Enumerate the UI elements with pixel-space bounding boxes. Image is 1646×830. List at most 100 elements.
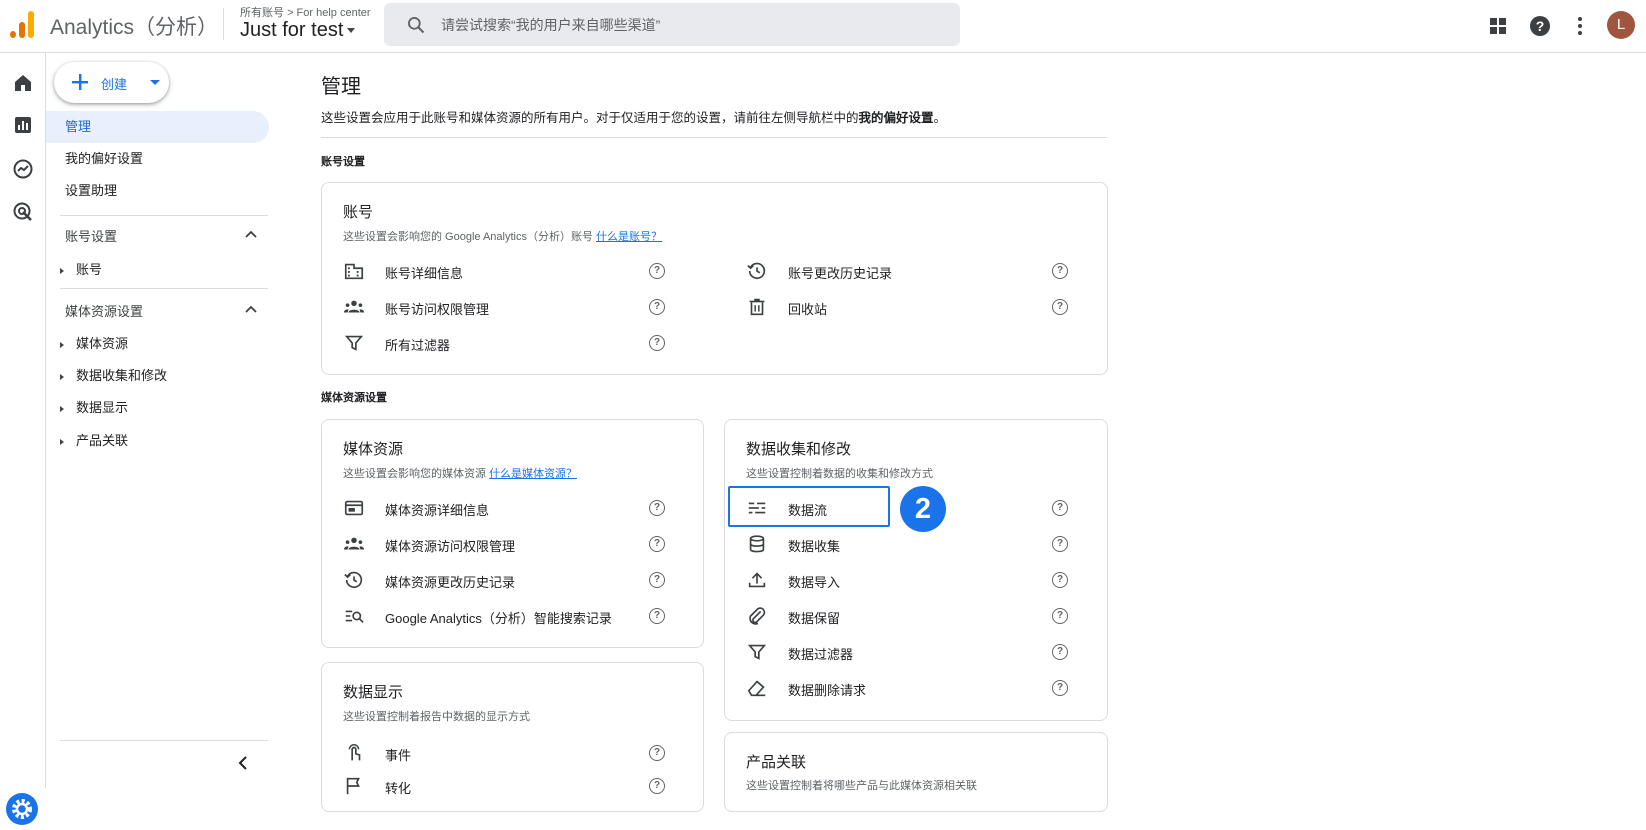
chevron-right-icon: >	[287, 7, 297, 19]
tree-item-label: 数据显示	[76, 400, 129, 415]
data-deletion-row[interactable]: 数据删除请求 ?	[746, 675, 1086, 703]
card-title: 产品关联	[746, 754, 807, 771]
help-icon[interactable]: ?	[649, 572, 665, 588]
sidebar-item-admin[interactable]: 管理	[46, 111, 269, 143]
property-settings-header[interactable]: 媒体资源设置	[65, 301, 257, 320]
tree-item-data-display[interactable]: 数据显示	[60, 397, 128, 416]
breadcrumb-child[interactable]: For help center	[297, 7, 371, 19]
help-icon[interactable]: ?	[649, 263, 665, 279]
tree-item-property[interactable]: 媒体资源	[60, 333, 128, 352]
events-row[interactable]: 事件 ?	[343, 740, 683, 768]
people-icon	[343, 300, 365, 313]
property-history-row[interactable]: 媒体资源更改历史记录 ?	[343, 567, 683, 595]
data-filters-row[interactable]: 数据过滤器 ?	[746, 639, 1086, 667]
intro-text: 这些设置会应用于此账号和媒体资源的所有用户。对于仅适用于您的设置，请前往左侧导航…	[321, 107, 946, 126]
breadcrumb[interactable]: 所有账号 > For help center	[240, 4, 371, 20]
property-access-row[interactable]: 媒体资源访问权限管理 ?	[343, 531, 683, 559]
left-rail	[0, 53, 46, 825]
trash-row[interactable]: 回收站 ?	[746, 294, 1086, 322]
divider	[60, 288, 268, 289]
card-description: 这些设置会影响您的媒体资源 什么是媒体资源？	[343, 465, 577, 481]
app-title: Analytics（分析）	[50, 16, 219, 39]
advertising-icon[interactable]	[11, 200, 35, 224]
caret-down-icon	[347, 28, 356, 34]
product-links-card: 产品关联 这些设置控制着将哪些产品与此媒体资源相关联	[724, 732, 1108, 812]
help-icon[interactable]: ?	[649, 778, 665, 794]
create-button[interactable]: 创建	[54, 62, 169, 103]
help-icon[interactable]: ?	[649, 335, 665, 351]
account-section-label: 账号设置	[321, 156, 365, 168]
step-badge: 2	[900, 486, 946, 532]
sidebar-item-preferences[interactable]: 我的偏好设置	[46, 143, 269, 175]
property-details-row[interactable]: 媒体资源详细信息 ?	[343, 495, 683, 523]
help-icon[interactable]: ?	[1052, 680, 1068, 696]
analytics-logo[interactable]	[10, 11, 34, 38]
help-icon[interactable]: ?	[1052, 572, 1068, 588]
search-icon	[408, 17, 425, 34]
help-icon[interactable]: ?	[1528, 14, 1552, 38]
what-is-account-link[interactable]: 什么是账号？	[596, 231, 662, 243]
search-bar[interactable]	[384, 3, 960, 46]
help-icon[interactable]: ?	[1052, 644, 1068, 660]
intelligence-history-row[interactable]: Google Analytics（分析）智能搜索记录 ?	[343, 603, 683, 631]
divider	[60, 740, 268, 741]
help-icon[interactable]: ?	[1052, 263, 1068, 279]
explore-icon[interactable]	[11, 157, 35, 181]
chevron-up-icon	[245, 230, 257, 238]
admin-sidebar: 创建 管理 我的偏好设置 设置助理 账号设置 账号 媒体资源设置 媒体资源 数据…	[46, 53, 276, 788]
tree-item-account[interactable]: 账号	[60, 259, 102, 278]
help-icon[interactable]: ?	[649, 608, 665, 624]
row-label: 事件	[385, 748, 412, 763]
collapse-sidebar-icon[interactable]	[236, 755, 250, 771]
help-icon[interactable]: ?	[1052, 299, 1068, 315]
account-name[interactable]: Just for test	[240, 19, 343, 41]
data-collection-card: 数据收集和修改 这些设置控制着数据的收集和修改方式 数据流 ? 数据收集 ? 数…	[724, 419, 1108, 721]
avatar[interactable]: L	[1607, 11, 1635, 39]
account-access-row[interactable]: 账号访问权限管理 ?	[343, 294, 683, 322]
building-icon	[344, 263, 364, 280]
breadcrumb-root[interactable]: 所有账号	[240, 7, 284, 19]
intro-end: 。	[933, 111, 947, 125]
search-input[interactable]	[441, 3, 941, 46]
card-description: 这些设置控制着将哪些产品与此媒体资源相关联	[746, 780, 977, 792]
row-label: 媒体资源更改历史记录	[385, 575, 516, 590]
account-history-row[interactable]: 账号更改历史记录 ?	[746, 258, 1086, 286]
account-details-row[interactable]: 账号详细信息 ?	[343, 258, 683, 286]
account-settings-header[interactable]: 账号设置	[65, 226, 257, 245]
history-icon	[344, 571, 363, 589]
card-title: 数据显示	[343, 684, 404, 701]
tree-item-product-links[interactable]: 产品关联	[60, 430, 128, 449]
admin-gear-button[interactable]	[6, 793, 38, 825]
help-icon[interactable]: ?	[649, 500, 665, 516]
page-title: 管理	[321, 76, 361, 98]
more-vert-icon[interactable]	[1568, 14, 1592, 38]
row-label: 数据保留	[788, 611, 841, 626]
data-collection-row[interactable]: 数据收集 ?	[746, 531, 1086, 559]
reports-icon[interactable]	[11, 113, 35, 137]
apps-grid-icon[interactable]	[1486, 14, 1510, 38]
sidebar-item-setup-assistant[interactable]: 设置助理	[46, 175, 269, 207]
card-description: 这些设置控制着报告中数据的显示方式	[343, 711, 530, 723]
history-icon	[747, 262, 766, 280]
data-display-card: 数据显示 这些设置控制着报告中数据的显示方式 事件 ? 转化 ?	[321, 662, 704, 812]
upload-icon	[748, 572, 766, 588]
card-title: 数据收集和修改	[746, 441, 852, 458]
home-icon[interactable]	[11, 71, 35, 95]
help-icon[interactable]: ?	[1052, 536, 1068, 552]
help-icon[interactable]: ?	[1052, 608, 1068, 624]
people-icon	[343, 537, 365, 550]
conversions-row[interactable]: 转化 ?	[343, 773, 683, 801]
tree-item-data-collection[interactable]: 数据收集和修改	[60, 365, 167, 384]
data-import-row[interactable]: 数据导入 ?	[746, 567, 1086, 595]
help-icon[interactable]: ?	[649, 299, 665, 315]
help-icon[interactable]: ?	[649, 745, 665, 761]
all-filters-row[interactable]: 所有过滤器 ?	[343, 330, 683, 358]
plus-icon	[72, 74, 88, 90]
help-icon[interactable]: ?	[1052, 500, 1068, 516]
database-icon	[749, 535, 765, 553]
help-icon[interactable]: ?	[649, 536, 665, 552]
account-picker[interactable]: Just for test	[240, 19, 356, 42]
chevron-up-icon	[245, 305, 257, 313]
data-retention-row[interactable]: 数据保留 ?	[746, 603, 1086, 631]
what-is-property-link[interactable]: 什么是媒体资源？	[489, 468, 577, 480]
